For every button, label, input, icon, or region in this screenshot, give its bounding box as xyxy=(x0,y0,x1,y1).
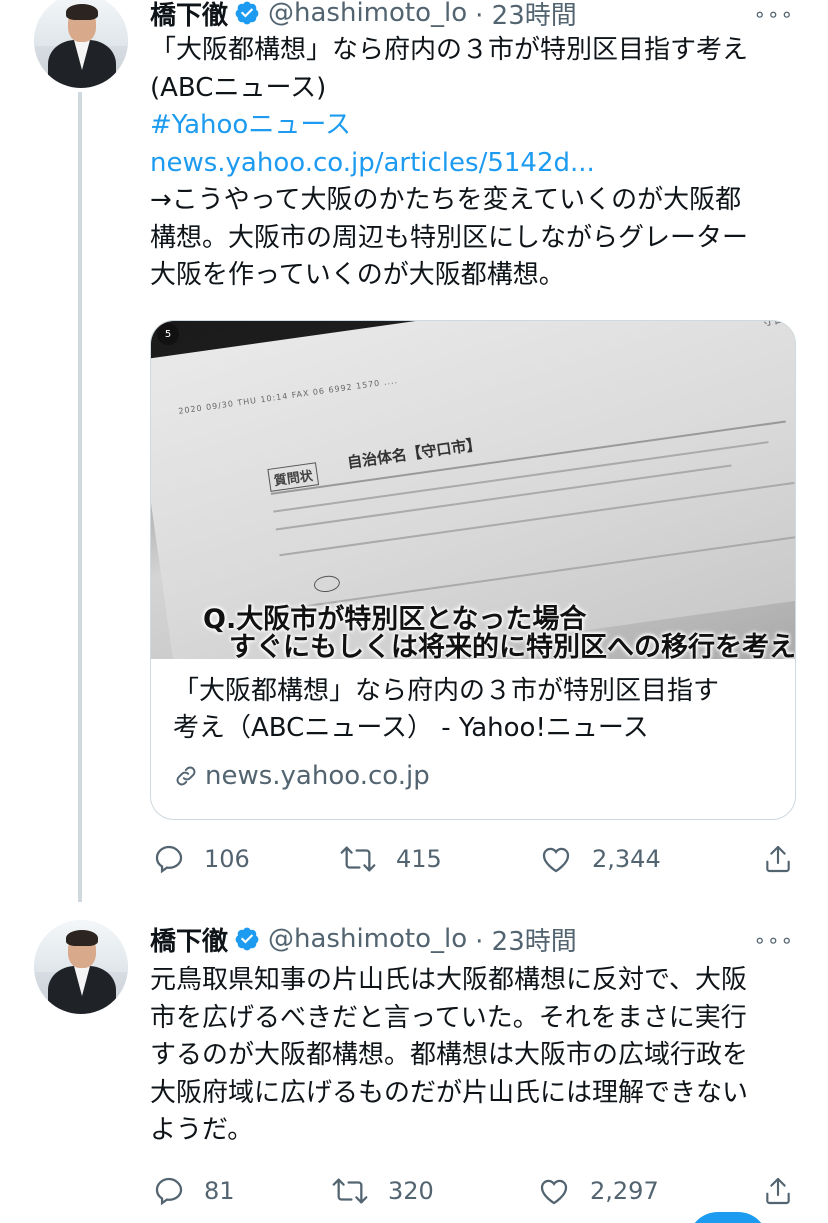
author-name[interactable]: 橋下徹 xyxy=(150,921,228,958)
article-url-link[interactable]: news.yahoo.co.jp/articles/5142d... xyxy=(150,145,800,183)
link-preview-image: 2020 09/30 THU 10:14 FAX 06 6992 1570 ..… xyxy=(151,321,796,659)
thread-connector-line xyxy=(78,92,82,902)
share-icon xyxy=(766,845,790,873)
more-options-button[interactable]: ∘∘∘ xyxy=(753,928,794,952)
tweet-body: 元鳥取県知事の片山氏は大阪都構想に反対で、大阪 市を広げるべきだと言っていた。そ… xyxy=(150,962,800,1150)
link-preview-card[interactable]: 2020 09/30 THU 10:14 FAX 06 6992 1570 ..… xyxy=(150,320,796,820)
avatar[interactable] xyxy=(34,920,128,1014)
avatar[interactable] xyxy=(34,0,128,88)
like-button[interactable]: 2,344 xyxy=(538,842,661,876)
link-icon xyxy=(176,766,196,786)
link-preview-title: 「大阪都構想」なら府内の３市が特別区目指す 考え（ABCニュース） - Yaho… xyxy=(173,676,720,743)
reply-button[interactable]: 106 xyxy=(152,842,250,876)
tweet-timestamp[interactable]: · 23時間 xyxy=(475,0,577,32)
author-name[interactable]: 橋下徹 xyxy=(150,0,228,32)
retweet-count: 320 xyxy=(388,1177,434,1205)
retweet-icon xyxy=(332,1178,368,1204)
reply-icon xyxy=(155,1177,183,1206)
tweet-text-line: →こうやって大阪のかたちを変えていくのが大阪都 xyxy=(150,185,742,215)
tweet-text-line: (ABCニュース) xyxy=(150,72,327,103)
retweet-icon xyxy=(340,846,376,872)
reply-button[interactable]: 81 xyxy=(152,1174,235,1208)
image-caption-line: すぐにもしくは将来的に特別区への移行を考えるか？ xyxy=(229,632,796,659)
like-icon xyxy=(542,847,570,873)
author-handle[interactable]: @hashimoto_lo xyxy=(268,924,467,954)
retweet-button[interactable]: 320 xyxy=(330,1174,434,1208)
like-count: 2,297 xyxy=(590,1177,659,1205)
more-options-button[interactable]: ∘∘∘ xyxy=(753,2,794,26)
hashtag-link[interactable]: #Yahooニュース xyxy=(150,107,800,145)
tweet-text-line: 元鳥取県知事の片山氏は大阪都構想に反対で、大阪 xyxy=(150,965,747,995)
tweet-timestamp[interactable]: · 23時間 xyxy=(475,921,577,958)
tweet-actions: 81 320 2,297 xyxy=(150,1174,800,1214)
tweet-text-line: 大阪府域に広げるものだが片山氏には理解できない xyxy=(150,1077,749,1108)
tweet-text-line: 「大阪都構想」なら府内の３市が特別区目指す考え xyxy=(150,35,749,65)
like-icon xyxy=(540,1179,568,1205)
tweet-header: 橋下徹 @hashimoto_lo · 23時間 xyxy=(150,921,577,958)
verified-badge-icon xyxy=(235,1,259,25)
tweet-text-line: するのが大阪都構想。都構想は大阪市の広域行政を xyxy=(150,1040,749,1070)
share-icon xyxy=(766,1177,790,1205)
retweet-count: 415 xyxy=(396,845,442,873)
tweet-body: 「大阪都構想」なら府内の３市が特別区目指す考え (ABCニュース) #Yahoo… xyxy=(150,32,800,295)
reply-count: 106 xyxy=(204,845,250,873)
tweet-actions: 106 415 2,344 xyxy=(150,842,800,882)
reply-count: 81 xyxy=(204,1177,235,1205)
author-handle[interactable]: @hashimoto_lo xyxy=(268,0,467,28)
like-button[interactable]: 2,297 xyxy=(536,1174,659,1208)
like-count: 2,344 xyxy=(592,845,661,873)
tweet-text-line: 市を広げるべきだと言っていた。それをまさに実行 xyxy=(150,1002,747,1033)
tweet-text-line: 大阪を作っていくのが大阪都構想。 xyxy=(150,260,565,290)
verified-badge-icon xyxy=(235,927,259,951)
tweet-text-line: 構想。大阪市の周辺も特別区にしながらグレーター xyxy=(150,222,749,253)
reply-icon xyxy=(155,845,183,874)
tweet-text-line: ようだ。 xyxy=(150,1115,254,1145)
link-preview-domain: news.yahoo.co.jp xyxy=(173,761,430,791)
share-button[interactable] xyxy=(762,1174,794,1208)
retweet-button[interactable]: 415 xyxy=(338,842,442,876)
tweet-header: 橋下徹 @hashimoto_lo · 23時間 xyxy=(150,0,577,32)
broadcaster-logo: 5 xyxy=(157,323,179,345)
share-button[interactable] xyxy=(762,842,794,876)
